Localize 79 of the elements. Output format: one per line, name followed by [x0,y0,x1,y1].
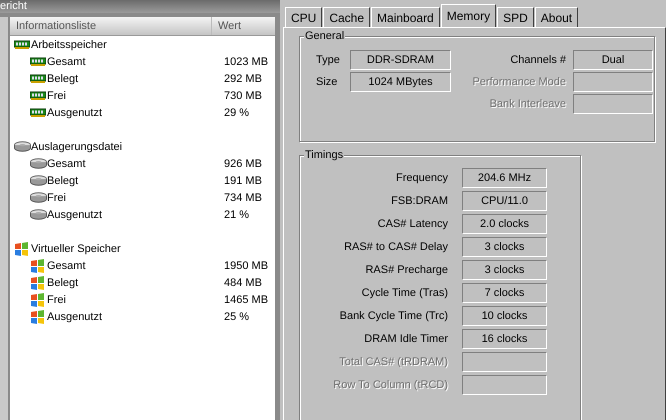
item-label[interactable]: Ausgenutzt [47,208,102,220]
windows-flag-icon [30,292,45,306]
item-label[interactable]: Gesamt [47,158,86,170]
item-value: 1465 MB [224,294,268,306]
group-title: Timings [304,149,344,161]
value-field: DDR-SDRAM [350,50,451,70]
memory-module-icon [14,40,30,49]
item-label[interactable]: Belegt [47,174,78,186]
hard-drive-icon [30,158,47,169]
field-label: Cycle Time (Tras) [360,286,448,298]
item-value: 1950 MB [224,260,268,272]
item-label[interactable]: Belegt [47,276,78,288]
item-label[interactable]: Gesamt [47,260,86,272]
tab[interactable]: Mainboard [371,7,440,27]
field-label: CAS# Latency [376,218,448,230]
item-label[interactable]: Ausgenutzt [47,310,102,322]
item-label[interactable]: Frei [47,294,66,306]
value-field: 7 clocks [462,282,547,302]
hard-drive-icon [30,209,47,220]
item-value: 926 MB [224,158,262,170]
field-label: Row To Column (tRCD) [332,378,448,390]
item-label[interactable]: Ausgenutzt [47,106,102,118]
column-header[interactable]: Wert [212,17,275,35]
window-title: ericht [0,0,27,12]
field-label: FSB:DRAM [390,194,448,206]
field-label: RAS# to CAS# Delay [343,240,448,252]
field-label: RAS# Precharge [364,264,448,276]
group-title: General [304,30,346,42]
field-label: Bank Cycle Time (Trc) [338,310,448,322]
item-value: 21 % [224,208,250,220]
field-label: Performance Mode [472,76,566,88]
item-value: 292 MB [224,72,262,84]
field-label: Channels # [510,54,566,66]
group-label[interactable]: Auslagerungsdatei [31,140,122,152]
item-label[interactable]: Gesamt [47,56,86,68]
value-field: 10 clocks [462,306,547,326]
tab[interactable]: About [534,7,578,27]
windows-flag-icon [14,242,29,256]
windows-flag-icon [30,258,45,272]
item-value: 1023 MB [224,56,268,68]
column-header[interactable]: Informationsliste [10,17,212,35]
item-value: 730 MB [224,90,262,102]
memory-module-icon [30,74,46,83]
value-field: 204.6 MHz [462,168,547,188]
windows-flag-icon [30,310,45,324]
item-value: 734 MB [224,192,262,204]
hard-drive-icon [30,175,47,186]
tab[interactable]: Memory [440,4,496,27]
value-field: Dual [573,50,653,70]
item-value: 191 MB [224,174,262,186]
memory-module-icon [30,108,46,117]
memory-module-icon [30,57,46,66]
field-label: Size [316,76,338,88]
item-label[interactable]: Belegt [47,72,78,84]
item-value: 29 % [224,106,250,118]
field-label: Type [316,54,341,66]
field-label: Bank Interleave [490,98,566,110]
hard-drive-icon [30,192,47,203]
item-label[interactable]: Frei [47,90,66,102]
item-label[interactable]: Frei [47,192,66,204]
value-field: 1024 MBytes [350,72,451,92]
tab[interactable]: CPU [285,7,322,27]
windows-flag-icon [30,276,45,290]
value-field: 2.0 clocks [462,214,547,234]
group-label[interactable]: Virtueller Speicher [31,242,121,254]
item-value: 25 % [224,310,250,322]
value-field: CPU/11.0 [462,190,547,210]
memory-module-icon [30,91,46,100]
field-label: Frequency [395,172,448,184]
value-field: 16 clocks [462,328,547,348]
group-label[interactable]: Arbeitsspeicher [31,38,107,50]
tab[interactable]: Cache [323,7,370,27]
field-label: Total CAS# (tRDRAM) [338,356,448,368]
value-field: 3 clocks [462,260,547,280]
field-label: DRAM Idle Timer [363,332,448,344]
value-field: 3 clocks [462,236,547,256]
item-value: 484 MB [224,276,262,288]
tab[interactable]: SPD [497,7,534,27]
hard-drive-icon [14,141,31,152]
